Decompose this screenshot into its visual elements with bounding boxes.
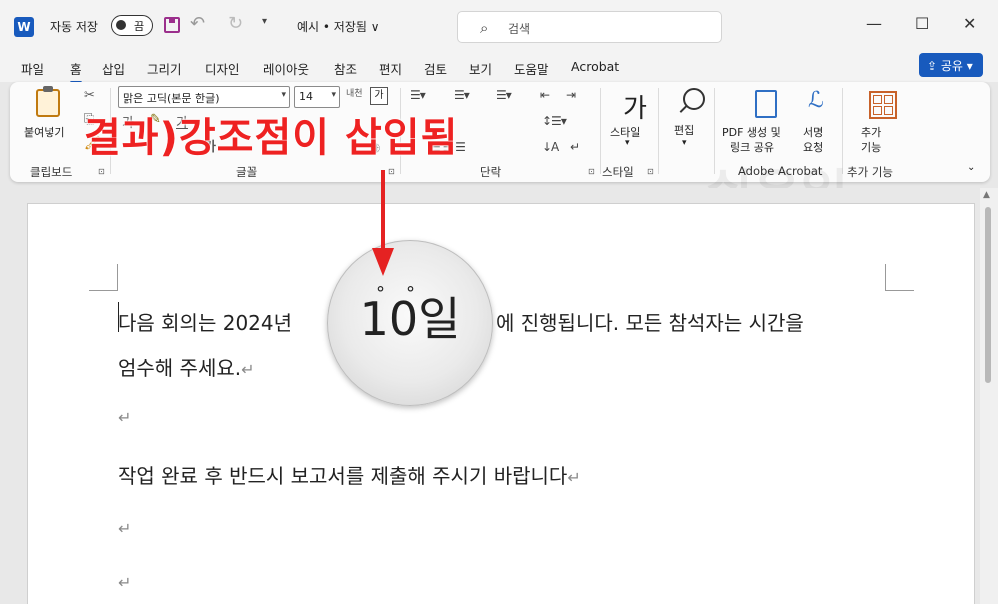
tab-acrobat[interactable]: Acrobat [571,59,619,74]
character-border-icon[interactable]: 가 [370,87,388,105]
request-signature-label-1[interactable]: 서명 [803,124,823,140]
styles-launcher-icon[interactable]: ⊡ [647,167,654,176]
share-icon: ⇪ [927,59,941,73]
font-name-value: 맑은 고딕(본문 한글) [123,92,220,105]
magnifier-callout: ° ° 10일 [327,240,493,406]
document-title[interactable]: 예시 • 저장됨 ∨ [297,18,380,35]
autosave-state: 끔 [134,20,145,33]
annotation-arrow-shaft [381,170,385,256]
group-label-paragraph: 단락 [480,165,502,179]
margin-corner-top-left [89,264,118,291]
word-logo-icon: W [14,17,34,37]
paste-icon[interactable] [36,86,60,117]
ribbon-tabs: 파일 홈 삽입 그리기 디자인 레이아웃 참조 편지 검토 보기 도움말 Acr… [0,52,998,84]
paragraph-2[interactable]: 작업 완료 후 반드시 보고서를 제출해 주시기 바랍니다↵ [118,460,581,489]
paste-button-label[interactable]: 붙여넣기 [24,124,64,140]
separator [600,88,601,174]
autosave-label: 자동 저장 [50,20,98,34]
add-ins-icon[interactable] [869,91,897,119]
paragraph-1-line-2[interactable]: 엄수해 주세요.↵ [118,352,255,381]
search-placeholder: 검색 [508,22,531,36]
show-marks-icon[interactable]: ↵ [570,140,580,154]
font-name-dropdown-icon[interactable]: ▾ [281,90,286,100]
minimize-button[interactable]: — [866,14,882,33]
paragraph-mark: ↵ [118,573,132,592]
close-button[interactable]: ✕ [963,14,976,33]
tab-home[interactable]: 홈 [70,59,82,84]
group-label-addins: 추가 기능 [847,165,893,179]
margin-corner-top-right [885,264,914,291]
tab-review[interactable]: 검토 [424,59,447,78]
search-input[interactable]: ⌕ 검색 [457,11,722,43]
styles-icon[interactable]: 가 [623,88,647,125]
styles-dropdown-icon[interactable]: ▾ [625,138,630,148]
save-icon[interactable] [164,17,180,33]
paragraph-mark: ↵ [241,360,255,379]
decrease-indent-icon[interactable]: ⇤ [540,88,550,102]
share-button[interactable]: ⇪ 공유 ▾ [919,53,983,77]
tab-mailings[interactable]: 편지 [379,59,402,78]
paragraph-mark: ↵ [118,519,132,538]
redo-icon[interactable]: ↻ [228,13,243,34]
annotation-arrow-head-icon [372,248,394,276]
tab-layout[interactable]: 레이아웃 [263,59,309,78]
autosave-toggle[interactable]: 끔 [111,15,153,36]
paragraph-1-end[interactable]: 에 진행됩니다. 모든 참석자는 시간을 [496,307,804,336]
group-label-styles: 스타일 [602,165,634,179]
editing-dropdown-icon[interactable]: ▾ [682,138,687,148]
annotation-caption: 결과)강조점이 삽입됨 [84,115,459,161]
tab-references[interactable]: 참조 [334,59,357,78]
line-spacing-icon[interactable]: ↕☰▾ [542,114,567,128]
group-label-clipboard: 클립보드 [30,165,73,179]
document-page[interactable] [27,203,975,604]
multilevel-list-icon[interactable]: ☰▾ [496,88,512,102]
toggle-knob [116,20,126,30]
separator [658,88,659,174]
group-label-font: 글꼴 [236,165,258,179]
paragraph-2-text: 작업 완료 후 반드시 보고서를 제출해 주시기 바랍니다 [118,464,568,488]
font-size-dropdown-icon[interactable]: ▾ [331,90,336,100]
share-dropdown-icon: ▾ [962,59,973,73]
font-launcher-icon[interactable]: ⊡ [388,167,395,176]
share-label: 공유 [940,59,963,73]
title-bar: W 자동 저장 끔 ↶ ↻ ▾ 예시 • 저장됨 ∨ ⌕ 검색 — ☐ ✕ [0,0,998,52]
phonetic-guide-icon[interactable]: 내천 [346,86,363,99]
tab-insert[interactable]: 삽입 [102,59,125,78]
quick-access-more-icon[interactable]: ▾ [262,16,267,27]
scrollbar-thumb[interactable] [985,207,991,383]
increase-indent-icon[interactable]: ⇥ [566,88,576,102]
clipboard-launcher-icon[interactable]: ⊡ [98,167,105,176]
create-pdf-icon[interactable] [755,90,777,118]
scroll-up-icon[interactable]: ▲ [983,190,990,200]
maximize-button[interactable]: ☐ [915,14,929,33]
tab-view[interactable]: 보기 [469,59,492,78]
tab-file[interactable]: 파일 [21,59,44,78]
find-icon[interactable] [683,88,705,110]
editing-button-label[interactable]: 편집 [674,122,694,138]
search-icon: ⌕ [480,19,489,37]
sort-icon[interactable]: ↓A [542,140,559,154]
paragraph-1-line-2-text: 엄수해 주세요. [118,356,242,380]
create-pdf-label-1[interactable]: PDF 생성 및 [722,124,781,140]
bullets-icon[interactable]: ☰▾ [410,88,426,102]
add-ins-label-1[interactable]: 추가 [861,124,881,140]
paragraph-launcher-icon[interactable]: ⊡ [588,167,595,176]
paragraph-mark: ↵ [567,468,581,487]
ribbon-collapse-icon[interactable]: ⌄ [967,162,975,173]
tab-help[interactable]: 도움말 [514,59,549,78]
undo-icon[interactable]: ↶ [190,13,205,34]
numbering-icon[interactable]: ☰▾ [454,88,470,102]
paragraph-mark: ↵ [118,408,132,427]
request-signature-icon[interactable]: ℒ [808,88,824,113]
tab-draw[interactable]: 그리기 [147,59,182,78]
cut-icon[interactable]: ✂ [84,88,95,103]
tab-design[interactable]: 디자인 [205,59,240,78]
paragraph-1-start[interactable]: 다음 회의는 2024년 [118,307,292,336]
add-ins-label-2[interactable]: 기능 [861,139,881,155]
font-size-value: 14 [299,90,313,103]
magnified-text: 10일 [359,292,461,346]
